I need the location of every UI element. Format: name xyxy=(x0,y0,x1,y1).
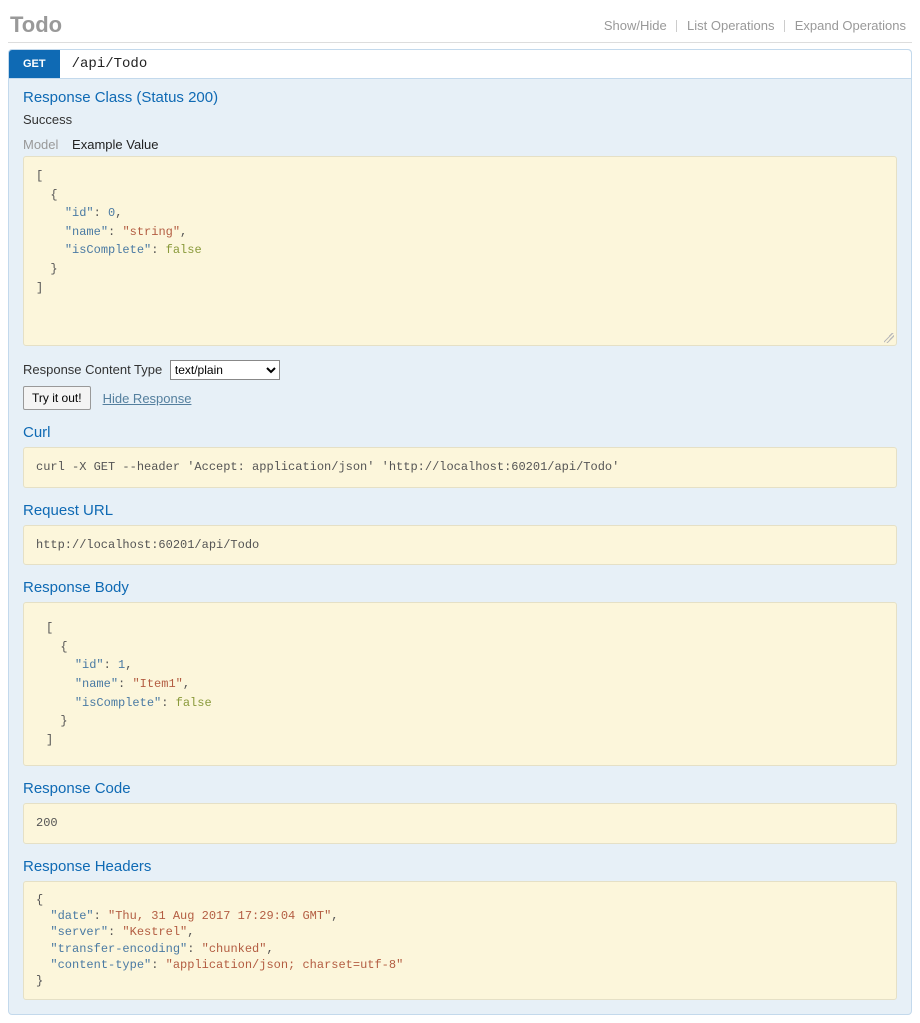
response-headers-box: { "date": "Thu, 31 Aug 2017 17:29:04 GMT… xyxy=(23,881,897,1000)
try-row: Try it out! Hide Response xyxy=(23,386,897,410)
operation-path: /api/Todo xyxy=(60,50,160,78)
response-content-type-row: Response Content Type text/plain xyxy=(23,360,897,380)
resource-operations: Show/Hide List Operations Expand Operati… xyxy=(598,18,912,33)
response-class-heading: Response Class (Status 200) xyxy=(23,89,897,106)
request-url-heading: Request URL xyxy=(23,502,897,519)
list-operations-link[interactable]: List Operations xyxy=(681,18,780,33)
resize-handle-icon[interactable] xyxy=(884,333,894,343)
response-content-type-label: Response Content Type xyxy=(23,362,162,377)
expand-operations-link[interactable]: Expand Operations xyxy=(789,18,912,33)
operation-content: Response Class (Status 200) Success Mode… xyxy=(9,79,911,1014)
operation-heading[interactable]: GET /api/Todo xyxy=(9,50,911,79)
response-body-heading: Response Body xyxy=(23,579,897,596)
hide-response-link[interactable]: Hide Response xyxy=(103,391,192,406)
response-headers-heading: Response Headers xyxy=(23,858,897,875)
schema-tabs: Model Example Value xyxy=(23,137,897,152)
response-code-heading: Response Code xyxy=(23,780,897,797)
separator xyxy=(784,20,785,32)
resource-header: Todo Show/Hide List Operations Expand Op… xyxy=(8,8,912,43)
request-url-box: http://localhost:60201/api/Todo xyxy=(23,525,897,566)
response-code-box: 200 xyxy=(23,803,897,844)
curl-box: curl -X GET --header 'Accept: applicatio… xyxy=(23,447,897,488)
http-method-badge: GET xyxy=(9,50,60,78)
response-content-type-select[interactable]: text/plain xyxy=(170,360,280,380)
operation-block: GET /api/Todo Response Class (Status 200… xyxy=(8,49,912,1015)
separator xyxy=(676,20,677,32)
resource-title[interactable]: Todo xyxy=(8,12,598,38)
tab-example-value[interactable]: Example Value xyxy=(72,137,158,152)
example-value-box[interactable]: [ { "id": 0, "name": "string", "isComple… xyxy=(23,156,897,346)
response-body-box: [ { "id": 1, "name": "Item1", "isComplet… xyxy=(23,602,897,766)
try-it-out-button[interactable]: Try it out! xyxy=(23,386,91,410)
show-hide-link[interactable]: Show/Hide xyxy=(598,18,673,33)
response-class-status: Success xyxy=(23,112,897,127)
curl-heading: Curl xyxy=(23,424,897,441)
tab-model[interactable]: Model xyxy=(23,137,58,152)
